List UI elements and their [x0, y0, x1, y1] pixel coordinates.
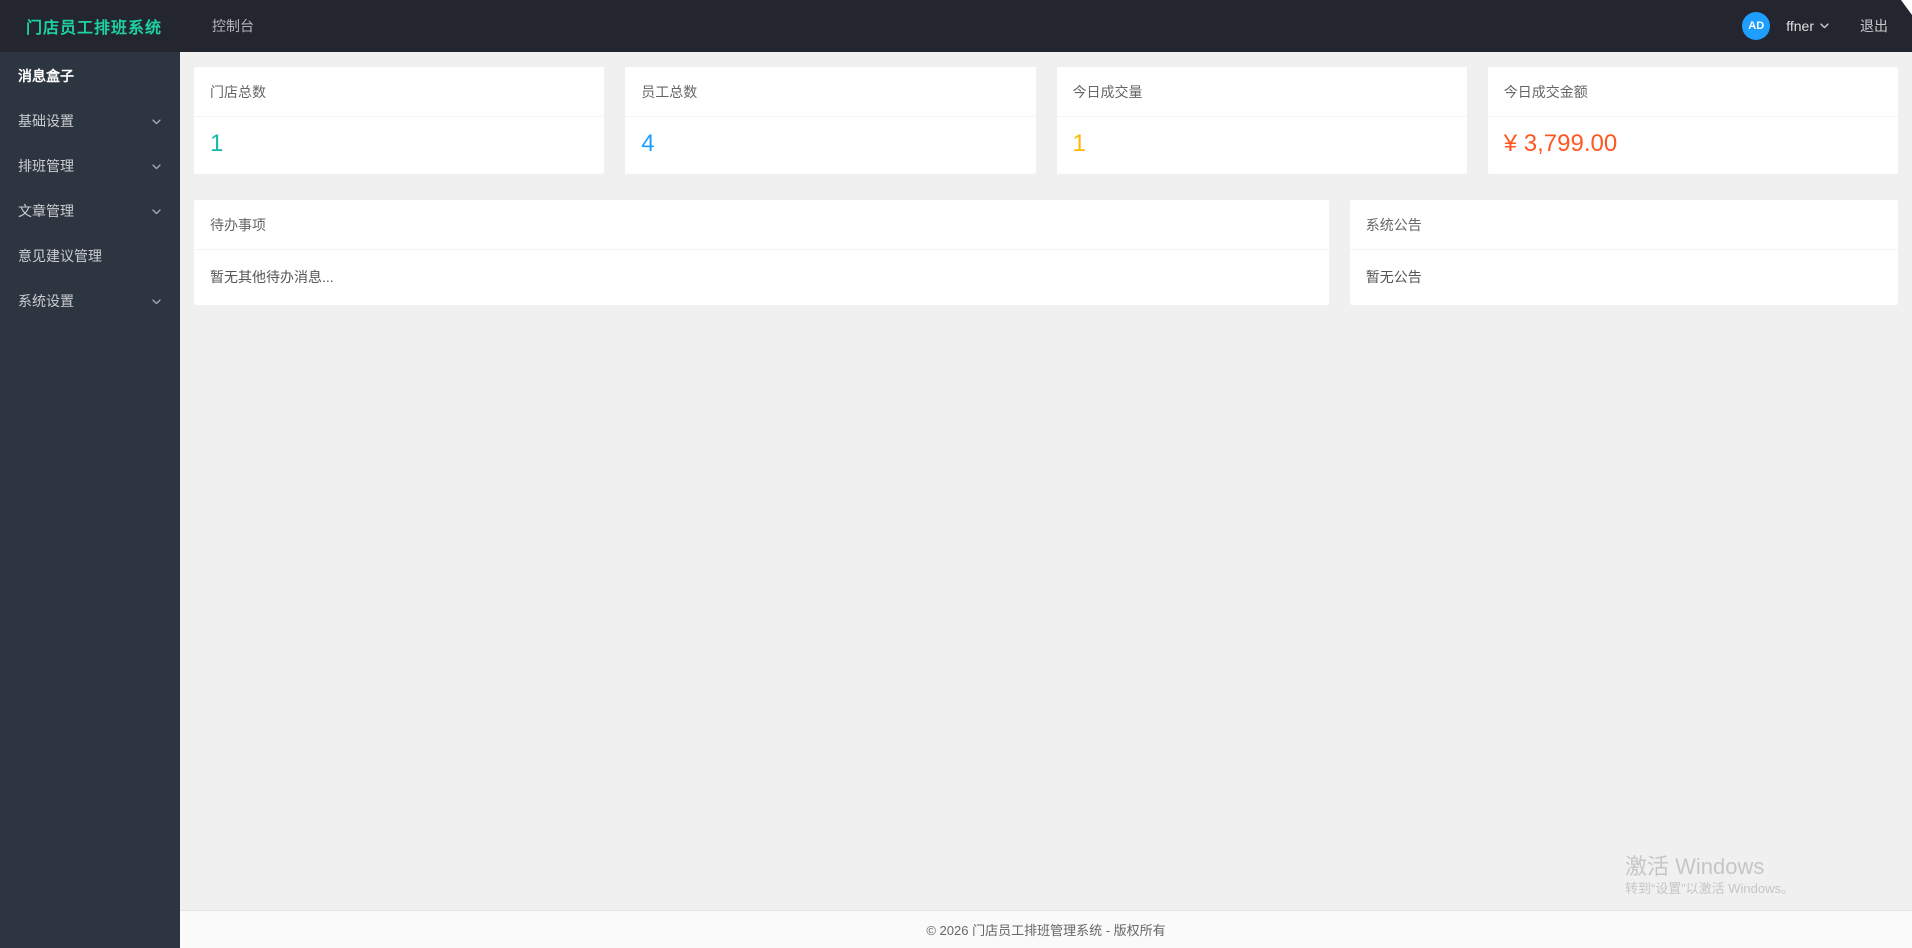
content-column: 门店总数 1 员工总数 4 今日成交量 1 今日成交金额 ¥ 3,799.00	[180, 52, 1912, 948]
sidebar-item-basic-settings[interactable]: 基础设置	[0, 99, 180, 144]
sidebar-item-label: 意见建议管理	[18, 248, 102, 264]
todo-panel-title: 待办事项	[194, 200, 1329, 250]
notice-panel-title: 系统公告	[1349, 200, 1898, 250]
stat-label: 今日成交量	[1056, 67, 1467, 117]
stat-value: ¥ 3,799.00	[1503, 130, 1618, 157]
nav-item-console[interactable]: 控制台	[192, 0, 274, 52]
todo-panel: 待办事项 暂无其他待办消息...	[194, 200, 1329, 305]
stat-card-today-amount: 今日成交金额 ¥ 3,799.00	[1487, 67, 1898, 174]
mouse-cursor	[1901, 0, 1912, 15]
top-nav: 控制台	[180, 0, 274, 52]
user-area: AD ffner 退出	[1742, 12, 1912, 40]
stat-card-store-total: 门店总数 1	[194, 67, 605, 174]
sidebar: 消息盒子 基础设置 排班管理 文章管理 意见建议管理 系统设置	[0, 52, 180, 948]
sidebar-item-label: 文章管理	[18, 203, 74, 219]
logout-button[interactable]: 退出	[1860, 16, 1888, 36]
top-bar: 门店员工排班系统 控制台 AD ffner 退出	[0, 0, 1912, 52]
app-logo[interactable]: 门店员工排班系统	[0, 14, 180, 38]
sidebar-item-label: 排班管理	[18, 158, 74, 174]
user-name: ffner	[1786, 18, 1814, 34]
notice-panel: 系统公告 暂无公告	[1349, 200, 1898, 305]
chevron-down-icon	[1819, 18, 1830, 34]
sidebar-item-label: 系统设置	[18, 293, 74, 309]
stats-row: 门店总数 1 员工总数 4 今日成交量 1 今日成交金额 ¥ 3,799.00	[194, 67, 1898, 174]
sidebar-item-label: 消息盒子	[18, 68, 74, 84]
chevron-down-icon	[151, 116, 162, 127]
chevron-down-icon	[151, 296, 162, 307]
chevron-down-icon	[151, 161, 162, 172]
sidebar-item-system-settings[interactable]: 系统设置	[0, 279, 180, 324]
stat-card-employee-total: 员工总数 4	[625, 67, 1036, 174]
todo-panel-body: 暂无其他待办消息...	[210, 269, 334, 285]
panels-row: 待办事项 暂无其他待办消息... 系统公告 暂无公告	[194, 200, 1898, 305]
notice-panel-body: 暂无公告	[1365, 269, 1422, 285]
footer: © 2026 门店员工排班管理系统 - 版权所有	[180, 910, 1912, 948]
sidebar-item-schedule-management[interactable]: 排班管理	[0, 144, 180, 189]
stat-value: 1	[210, 130, 224, 157]
stat-value: 1	[1072, 130, 1086, 157]
user-menu[interactable]: ffner	[1780, 18, 1836, 34]
sidebar-item-message-box[interactable]: 消息盒子	[0, 54, 180, 99]
sidebar-item-feedback-management[interactable]: 意见建议管理	[0, 234, 180, 279]
copyright-text: © 2026 门店员工排班管理系统 - 版权所有	[926, 923, 1166, 938]
stat-label: 员工总数	[625, 67, 1036, 117]
stat-value: 4	[641, 130, 655, 157]
stat-label: 门店总数	[194, 67, 605, 117]
chevron-down-icon	[151, 206, 162, 217]
avatar[interactable]: AD	[1742, 12, 1771, 40]
stat-card-today-orders: 今日成交量 1	[1056, 67, 1467, 174]
sidebar-item-label: 基础设置	[18, 113, 74, 129]
main-content: 门店总数 1 员工总数 4 今日成交量 1 今日成交金额 ¥ 3,799.00	[180, 52, 1912, 910]
stat-label: 今日成交金额	[1487, 67, 1898, 117]
sidebar-item-article-management[interactable]: 文章管理	[0, 189, 180, 234]
